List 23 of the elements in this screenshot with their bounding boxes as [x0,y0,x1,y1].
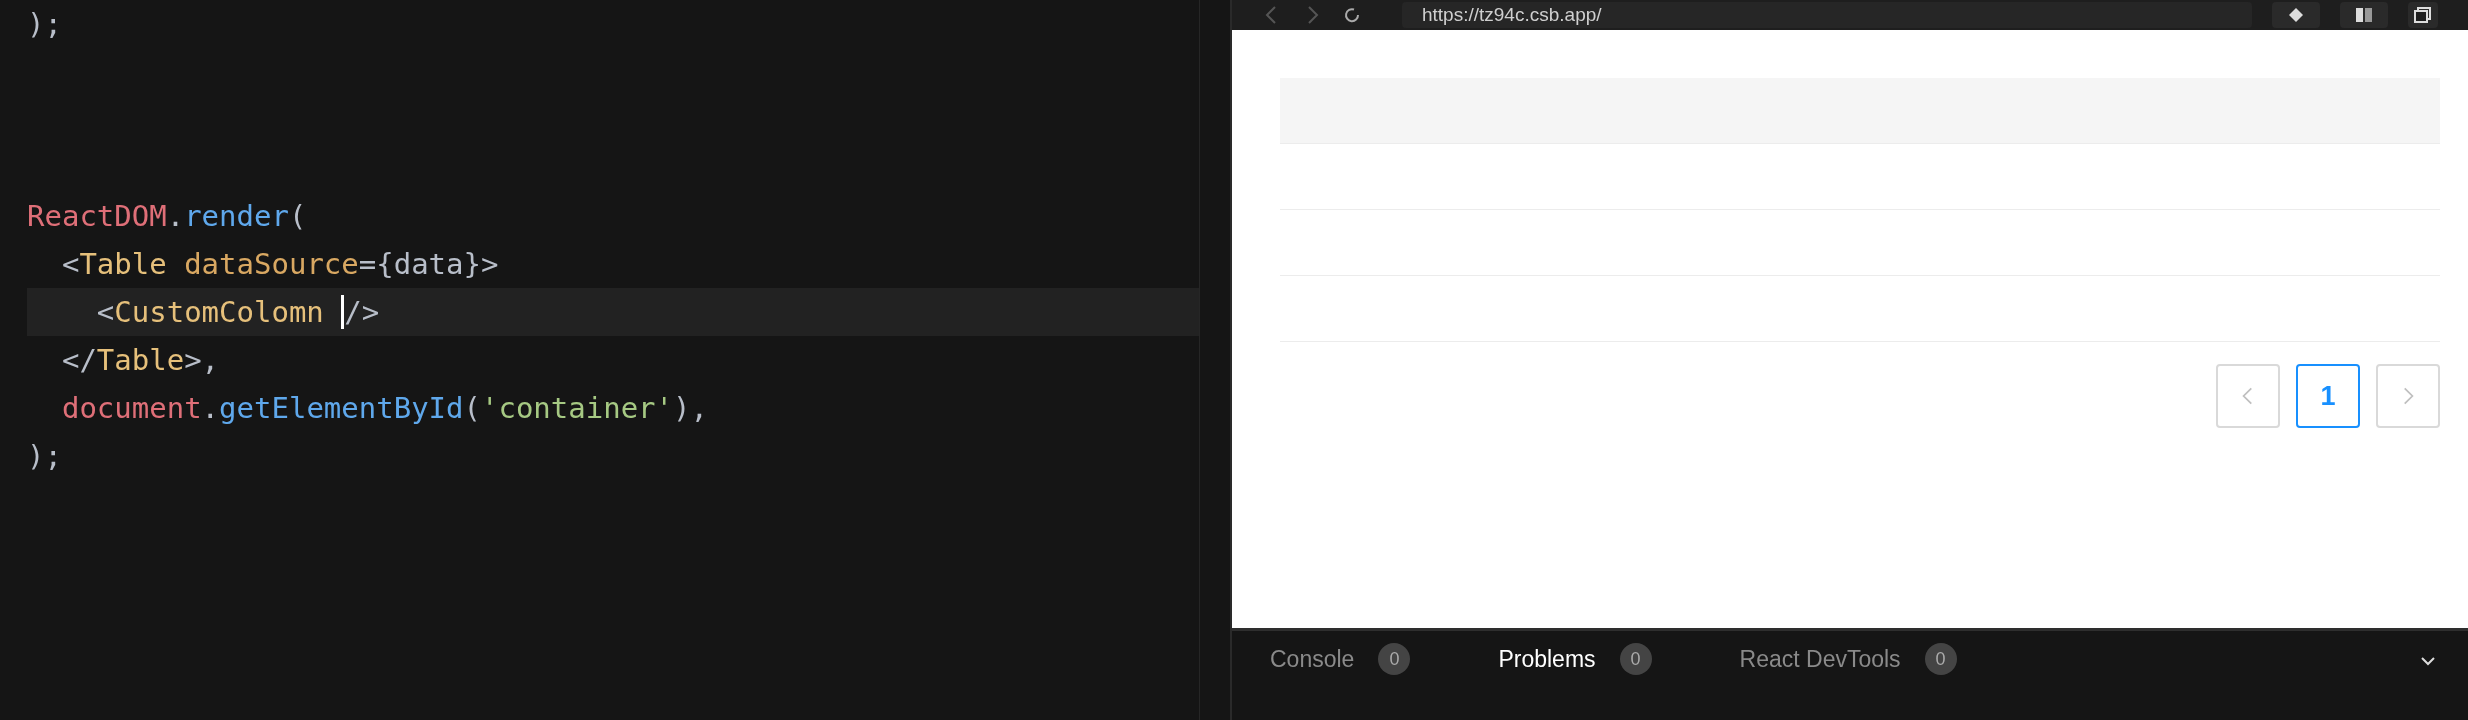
window-button[interactable] [2408,2,2438,28]
address-field[interactable]: https://tz94c.csb.app/ [1402,2,2252,28]
code-line: ); [27,438,62,475]
count-badge: 0 [1378,643,1411,675]
windows-icon [2413,5,2433,25]
panel-tab[interactable]: Console [1270,645,1355,673]
code-line: <CustomColomn [95,294,325,331]
count-badge: 0 [1619,643,1652,675]
code-line: document.getElementById('container'), [60,390,708,427]
page-button[interactable]: 1 [2296,364,2360,428]
reload-icon[interactable] [1342,5,1362,25]
tool-button[interactable] [2272,2,2320,28]
code-line: ReactDOM.render( [27,198,307,235]
panel-tab[interactable]: Problems [1498,645,1596,673]
code-line: <Table dataSource={data}> [60,246,499,283]
code-line: /> [344,294,380,331]
text-cursor [341,295,345,329]
count-badge: 0 [1924,643,1957,675]
panel-tab[interactable]: React DevTools [1739,645,1901,673]
code-line: </Table>, [60,342,220,379]
layout-button[interactable] [2340,2,2388,28]
code-line: ); [27,6,62,43]
layout-icon [2354,5,2374,25]
